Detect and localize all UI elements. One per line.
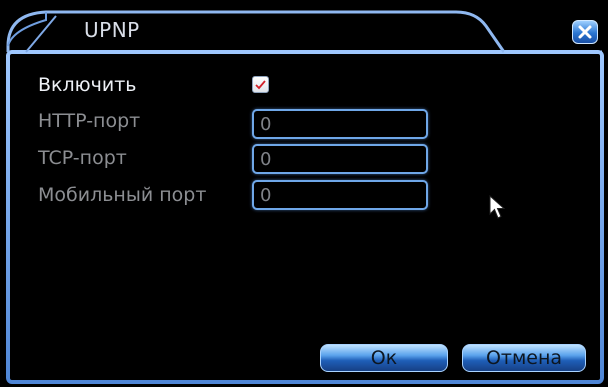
- upnp-dialog: UPNP Включить HTTP-порт 0 TCP-порт 0 Моб…: [6, 6, 604, 384]
- screen: UPNP Включить HTTP-порт 0 TCP-порт 0 Моб…: [0, 0, 608, 387]
- tcp-port-input[interactable]: 0: [252, 144, 428, 174]
- dialog-title: UPNP: [84, 18, 140, 42]
- ok-button[interactable]: Ок: [320, 344, 448, 372]
- checkmark-icon: [255, 80, 266, 90]
- http-port-input[interactable]: 0: [252, 109, 428, 139]
- close-button[interactable]: [572, 20, 598, 44]
- tcp-port-label: TCP-порт: [38, 147, 127, 169]
- mouse-cursor-icon: [488, 194, 510, 226]
- close-x-icon: [578, 25, 592, 39]
- enable-checkbox[interactable]: [252, 76, 269, 93]
- http-port-label: HTTP-порт: [38, 110, 141, 132]
- enable-label: Включить: [38, 74, 137, 96]
- cancel-button[interactable]: Отмена: [462, 344, 586, 372]
- mobile-port-label: Мобильный порт: [38, 184, 207, 206]
- http-port-value: 0: [260, 114, 272, 135]
- tcp-port-value: 0: [260, 149, 272, 170]
- mobile-port-input[interactable]: 0: [252, 180, 428, 210]
- mobile-port-value: 0: [260, 185, 272, 206]
